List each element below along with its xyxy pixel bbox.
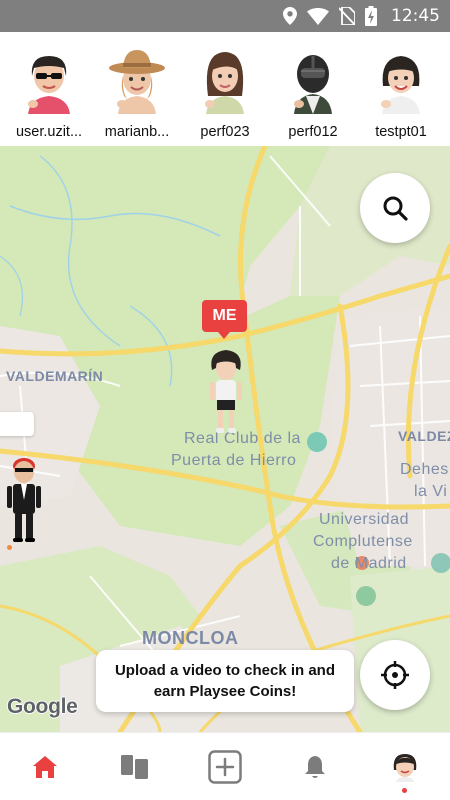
avatar-hat — [109, 50, 165, 114]
plus-box-icon — [208, 749, 242, 784]
avatar-long-hair — [205, 52, 244, 114]
friend-item[interactable]: marianb... — [94, 46, 180, 146]
avatar-icon — [393, 753, 417, 782]
map-label-dehes-2: la Vi — [414, 483, 448, 500]
tab-feed[interactable] — [105, 742, 165, 792]
google-attribution: Google — [7, 695, 78, 718]
map-label-club-2: Puerta de Hierro — [171, 452, 297, 469]
map-label-uni-3: de Madrid — [331, 555, 407, 572]
status-bar: 12:45 — [0, 0, 450, 32]
me-marker[interactable]: ME — [202, 300, 247, 339]
other-user-figure[interactable] — [4, 450, 44, 546]
map-label-valdez: VALDEZ — [398, 428, 450, 444]
friend-item[interactable]: perf012 — [270, 46, 356, 146]
friend-item[interactable]: user.uzit... — [6, 46, 92, 146]
map-label-dehes-1: Dehes — [400, 461, 449, 478]
profile-badge-dot — [402, 787, 407, 793]
bottom-tab-bar — [0, 732, 450, 800]
avatar-bob-hair — [381, 56, 420, 114]
map-label-uni-2: Complutense — [313, 533, 413, 550]
map-label-uni-1: Universidad — [319, 511, 409, 528]
tab-profile[interactable] — [375, 742, 435, 793]
search-icon — [383, 196, 408, 221]
tab-notifications[interactable] — [285, 742, 345, 792]
location-icon — [283, 7, 297, 25]
battery-charging-icon — [365, 6, 377, 26]
friend-name: testpt01 — [375, 124, 427, 140]
wifi-icon — [307, 7, 329, 25]
friends-strip: user.uzit... marianb... perf023 perf012 … — [0, 32, 450, 146]
friend-name: user.uzit... — [15, 124, 83, 140]
status-time: 12:45 — [391, 6, 440, 26]
friend-item[interactable]: perf023 — [182, 46, 268, 146]
locate-me-button[interactable] — [360, 640, 430, 710]
friend-item[interactable]: testpt01 — [358, 46, 444, 146]
map-search-button[interactable] — [360, 173, 430, 243]
friend-name: perf012 — [288, 124, 338, 140]
avatar-helmet — [294, 55, 332, 114]
map-view[interactable]: VALDEMARÍN VALDEZ Real Club de la Puerta… — [0, 146, 450, 732]
home-icon — [33, 755, 57, 778]
map-label-valdemarin: VALDEMARÍN — [6, 368, 104, 384]
crosshair-icon — [381, 661, 409, 689]
map-label-moncloa: MONCLOA — [142, 628, 239, 648]
friend-name: perf023 — [200, 124, 250, 140]
no-sim-icon — [339, 7, 355, 25]
coins-toast[interactable]: Upload a video to check in and earn Play… — [96, 650, 354, 712]
cards-icon — [121, 754, 148, 779]
tab-home[interactable] — [15, 742, 75, 792]
other-user-dot — [7, 545, 12, 550]
other-user-bubble[interactable] — [0, 412, 34, 436]
my-avatar-figure[interactable] — [206, 344, 246, 436]
friend-name: marianb... — [104, 124, 170, 140]
avatar-sunglasses — [28, 56, 70, 114]
tab-create[interactable] — [195, 742, 255, 792]
bell-icon — [305, 755, 325, 778]
